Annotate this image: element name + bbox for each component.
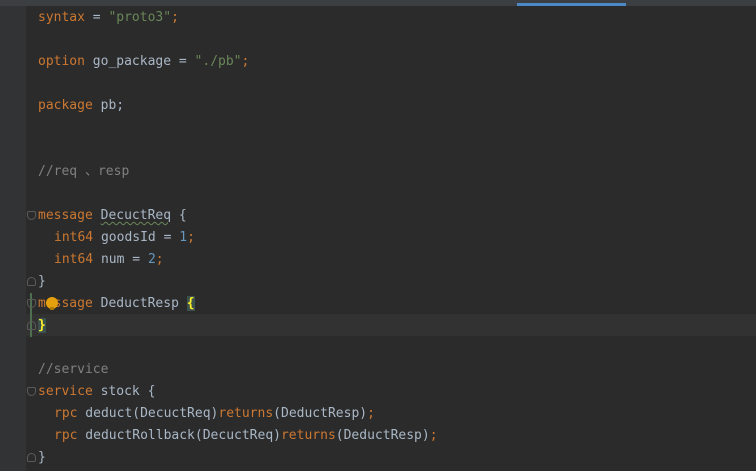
- fold-end-icon[interactable]: [27, 277, 36, 286]
- code-line-3: option go_package = "./pb";: [38, 51, 249, 73]
- keyword: package: [38, 98, 93, 113]
- string-literal: "./pb": [194, 54, 242, 69]
- semicolon: ;: [187, 230, 195, 245]
- field-number: 1: [179, 230, 188, 245]
- string-literal: "proto3": [108, 10, 172, 25]
- semicolon: ;: [171, 10, 179, 25]
- service-name: stock {: [92, 384, 156, 399]
- rpc-return: (DeductResp): [335, 428, 430, 443]
- code-line-12: int64 num = 2;: [54, 249, 164, 271]
- fold-end-icon[interactable]: [27, 453, 36, 462]
- keyword: message: [38, 208, 93, 223]
- field-decl: num =: [93, 252, 148, 267]
- code-line-18: service stock {: [38, 381, 155, 403]
- fold-start-icon[interactable]: [27, 387, 36, 396]
- semicolon: ;: [367, 406, 375, 421]
- option-name: go_package =: [84, 54, 195, 69]
- current-line-highlight: [26, 314, 756, 336]
- code-line-21: }: [38, 450, 46, 465]
- keyword: option: [38, 54, 85, 69]
- fold-end-icon[interactable]: [27, 321, 36, 330]
- code-line-19: rpc deduct(DecuctReq)returns(DeductResp)…: [54, 403, 375, 425]
- field-type: int64: [54, 230, 94, 245]
- code-line-14: message DeductResp {: [38, 293, 195, 315]
- keyword: service: [38, 384, 93, 399]
- field-type: int64: [54, 252, 94, 267]
- fold-start-icon[interactable]: [27, 211, 36, 220]
- rpc-call: deductRollback(DecuctReq): [77, 428, 281, 443]
- operator: =: [84, 10, 109, 25]
- code-line-1: syntax = "proto3";: [38, 7, 179, 29]
- message-name-typo: DecuctReq: [100, 208, 172, 223]
- returns-keyword: returns: [218, 406, 274, 421]
- editor-gutter[interactable]: [0, 6, 26, 471]
- keyword: rpc: [54, 406, 78, 421]
- code-line-15: }: [38, 315, 46, 337]
- rpc-return: (DeductResp): [273, 406, 368, 421]
- message-name: DeductResp: [92, 296, 187, 311]
- code-line-13: }: [38, 274, 46, 289]
- field-decl: goodsId =: [93, 230, 180, 245]
- code-line-8-comment: //req 、resp: [38, 164, 130, 179]
- intention-bulb-icon[interactable]: [46, 297, 58, 310]
- package-name: pb;: [92, 98, 125, 113]
- code-line-11: int64 goodsId = 1;: [54, 227, 195, 249]
- matched-brace-close: }: [38, 318, 46, 333]
- code-line-20: rpc deductRollback(DecuctReq)returns(Ded…: [54, 425, 438, 447]
- code-line-5: package pb;: [38, 95, 124, 117]
- fold-start-icon[interactable]: [27, 299, 36, 308]
- keyword: rpc: [54, 428, 78, 443]
- open-brace: {: [171, 208, 187, 223]
- code-line-10: message DecuctReq {: [38, 205, 187, 227]
- keyword: syntax: [38, 10, 85, 25]
- semicolon: ;: [155, 252, 164, 267]
- matched-brace-open: {: [186, 296, 195, 311]
- field-number: 2: [147, 252, 156, 267]
- rpc-call: deduct(DecuctReq): [77, 406, 219, 421]
- code-editor[interactable]: syntax = "proto3"; option go_package = "…: [26, 6, 756, 471]
- returns-keyword: returns: [280, 428, 336, 443]
- code-line-17-comment: //service: [38, 362, 109, 377]
- semicolon: ;: [429, 428, 438, 443]
- semicolon: ;: [241, 54, 250, 69]
